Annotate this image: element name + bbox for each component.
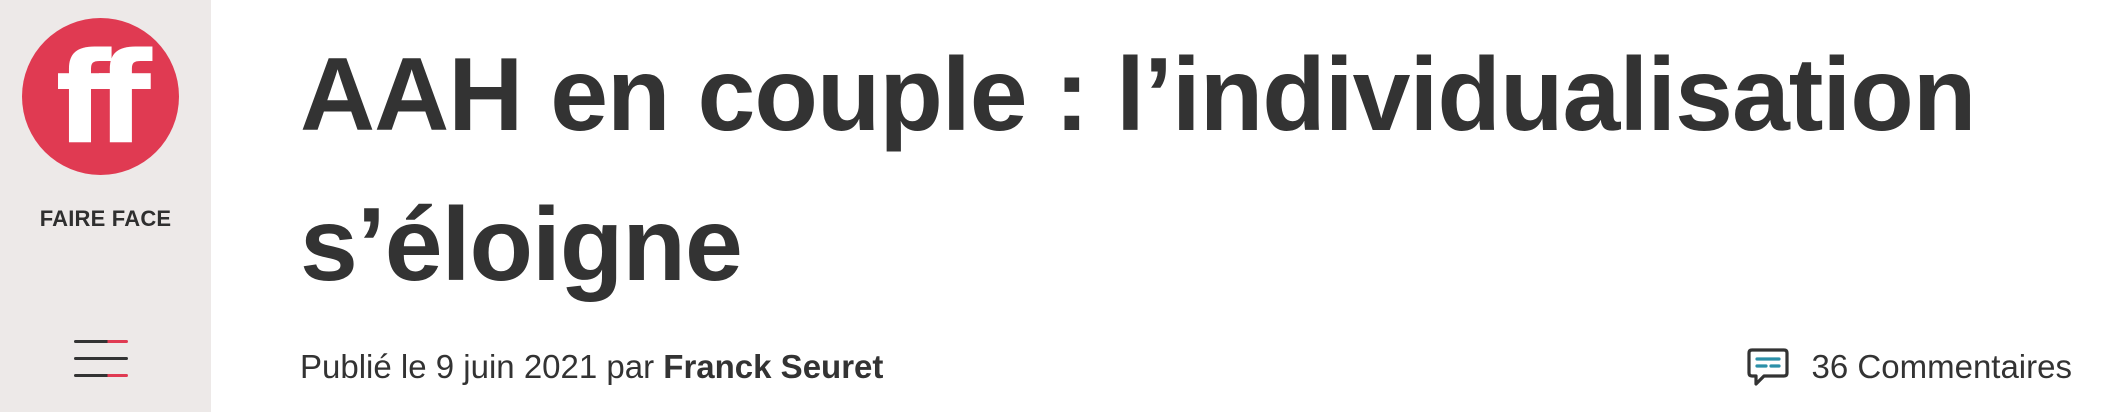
article-header: AAH en couple : l’individualisation s’él…: [300, 0, 2090, 412]
published-prefix: Publié le: [300, 348, 427, 385]
menu-line-middle: [74, 357, 128, 360]
hamburger-menu-icon[interactable]: [72, 336, 130, 382]
brand-name[interactable]: FAIRE FACE: [0, 206, 211, 232]
comments-count-label: 36 Commentaires: [1811, 348, 2072, 385]
by-label: par: [606, 348, 655, 385]
author-link[interactable]: Franck Seuret: [663, 348, 883, 385]
article-meta: Publié le 9 juin 2021 par Franck Seuret: [300, 348, 883, 386]
comment-icon: [1746, 345, 1790, 389]
comments-link[interactable]: 36 Commentaires: [1746, 344, 2072, 390]
site-logo[interactable]: ff: [22, 18, 179, 175]
published-date: 9 juin 2021: [435, 348, 598, 385]
sidebar: ff FAIRE FACE: [0, 0, 211, 412]
menu-line-bottom: [74, 374, 128, 377]
page: ff FAIRE FACE AAH en couple : l’individu…: [0, 0, 2110, 412]
logo-mark: ff: [55, 24, 152, 172]
menu-line-top: [74, 340, 128, 343]
article-title: AAH en couple : l’individualisation s’él…: [300, 37, 1976, 303]
